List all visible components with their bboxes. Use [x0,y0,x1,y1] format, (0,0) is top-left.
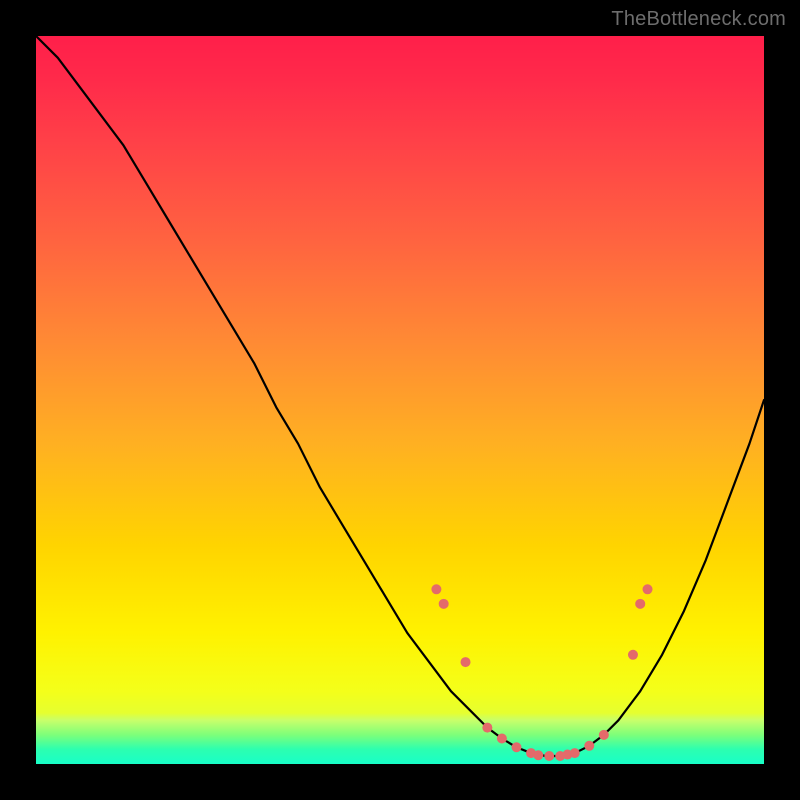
chart-background-gradient [36,36,764,764]
watermark-text: TheBottleneck.com [611,8,786,31]
chart-frame: TheBottleneck.com [0,0,800,800]
